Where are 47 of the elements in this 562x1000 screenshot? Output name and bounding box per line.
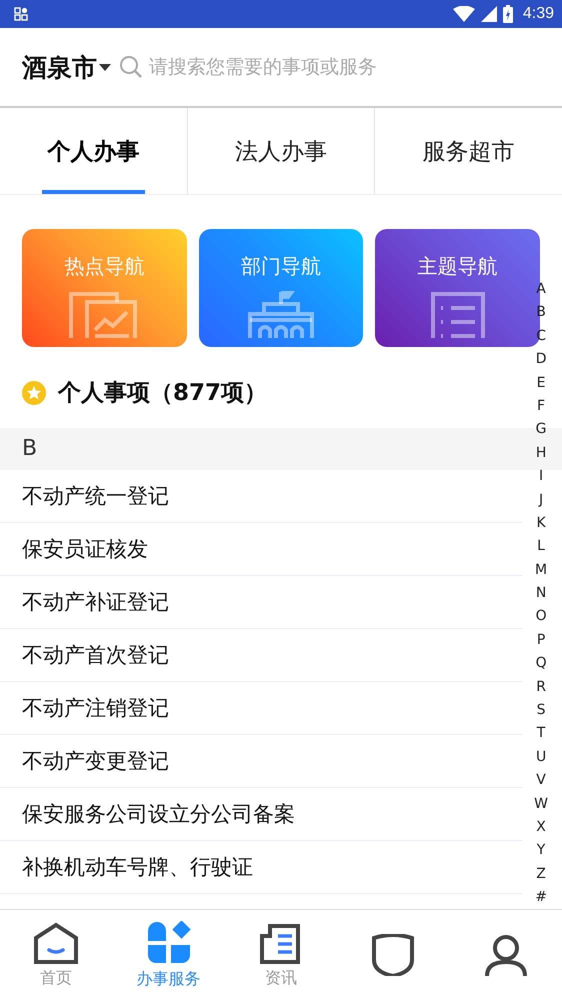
index-letter[interactable]: J	[539, 488, 544, 512]
index-letter[interactable]: F	[537, 394, 546, 418]
shield-icon	[370, 934, 416, 976]
search-icon	[119, 55, 143, 79]
wifi-icon	[452, 6, 475, 22]
index-letter[interactable]: H	[536, 442, 546, 466]
index-letter[interactable]: D	[536, 348, 546, 372]
service-item[interactable]: 不动产补证登记	[0, 576, 522, 629]
home-icon	[33, 922, 80, 964]
index-letter[interactable]: W	[534, 792, 548, 816]
service-item[interactable]: 保安服务公司设立分公司备案	[0, 788, 522, 841]
index-letter[interactable]: Q	[536, 652, 547, 676]
index-letter[interactable]: T	[536, 722, 546, 746]
clock-time: 4:39	[522, 5, 554, 23]
index-letter[interactable]: X	[536, 816, 546, 840]
section-title: 个人事项（877项）	[58, 379, 268, 408]
index-letter[interactable]: I	[539, 465, 544, 489]
index-letter[interactable]: K	[536, 512, 546, 536]
services-icon	[146, 920, 192, 964]
index-letter[interactable]: M	[535, 558, 548, 582]
index-letter[interactable]: Y	[536, 839, 546, 863]
index-letter[interactable]: E	[536, 372, 546, 395]
service-item[interactable]: 不动产首次登记	[0, 629, 522, 682]
index-letter[interactable]: Z	[536, 862, 546, 886]
building-icon	[246, 290, 316, 338]
index-letter[interactable]: S	[536, 699, 546, 722]
notification-icon	[14, 7, 28, 21]
index-letter[interactable]: O	[536, 605, 547, 629]
chart-document-icon	[69, 290, 140, 338]
service-item[interactable]: 不动产变更登记	[0, 735, 522, 788]
battery-icon	[502, 5, 513, 23]
index-letter[interactable]: G	[536, 418, 546, 442]
caret-icon	[99, 64, 111, 70]
person-icon	[482, 934, 529, 976]
index-letter[interactable]: L	[537, 535, 545, 559]
index-letter[interactable]: P	[536, 628, 546, 652]
service-item[interactable]: 保安员证核发	[0, 523, 522, 576]
city-selector[interactable]: 酒泉市	[22, 50, 111, 84]
service-item[interactable]: 不动产注销登记	[0, 682, 522, 735]
index-letter[interactable]: N	[536, 582, 546, 606]
signal-icon	[480, 6, 497, 22]
index-letter[interactable]: R	[536, 676, 546, 700]
index-letter[interactable]: U	[536, 746, 546, 770]
index-letter[interactable]: V	[536, 769, 546, 793]
service-item[interactable]: 补换机动车号牌、行驶证	[0, 841, 522, 894]
index-letter[interactable]: #	[535, 886, 547, 910]
service-item[interactable]: 不动产统一登记	[0, 470, 522, 523]
